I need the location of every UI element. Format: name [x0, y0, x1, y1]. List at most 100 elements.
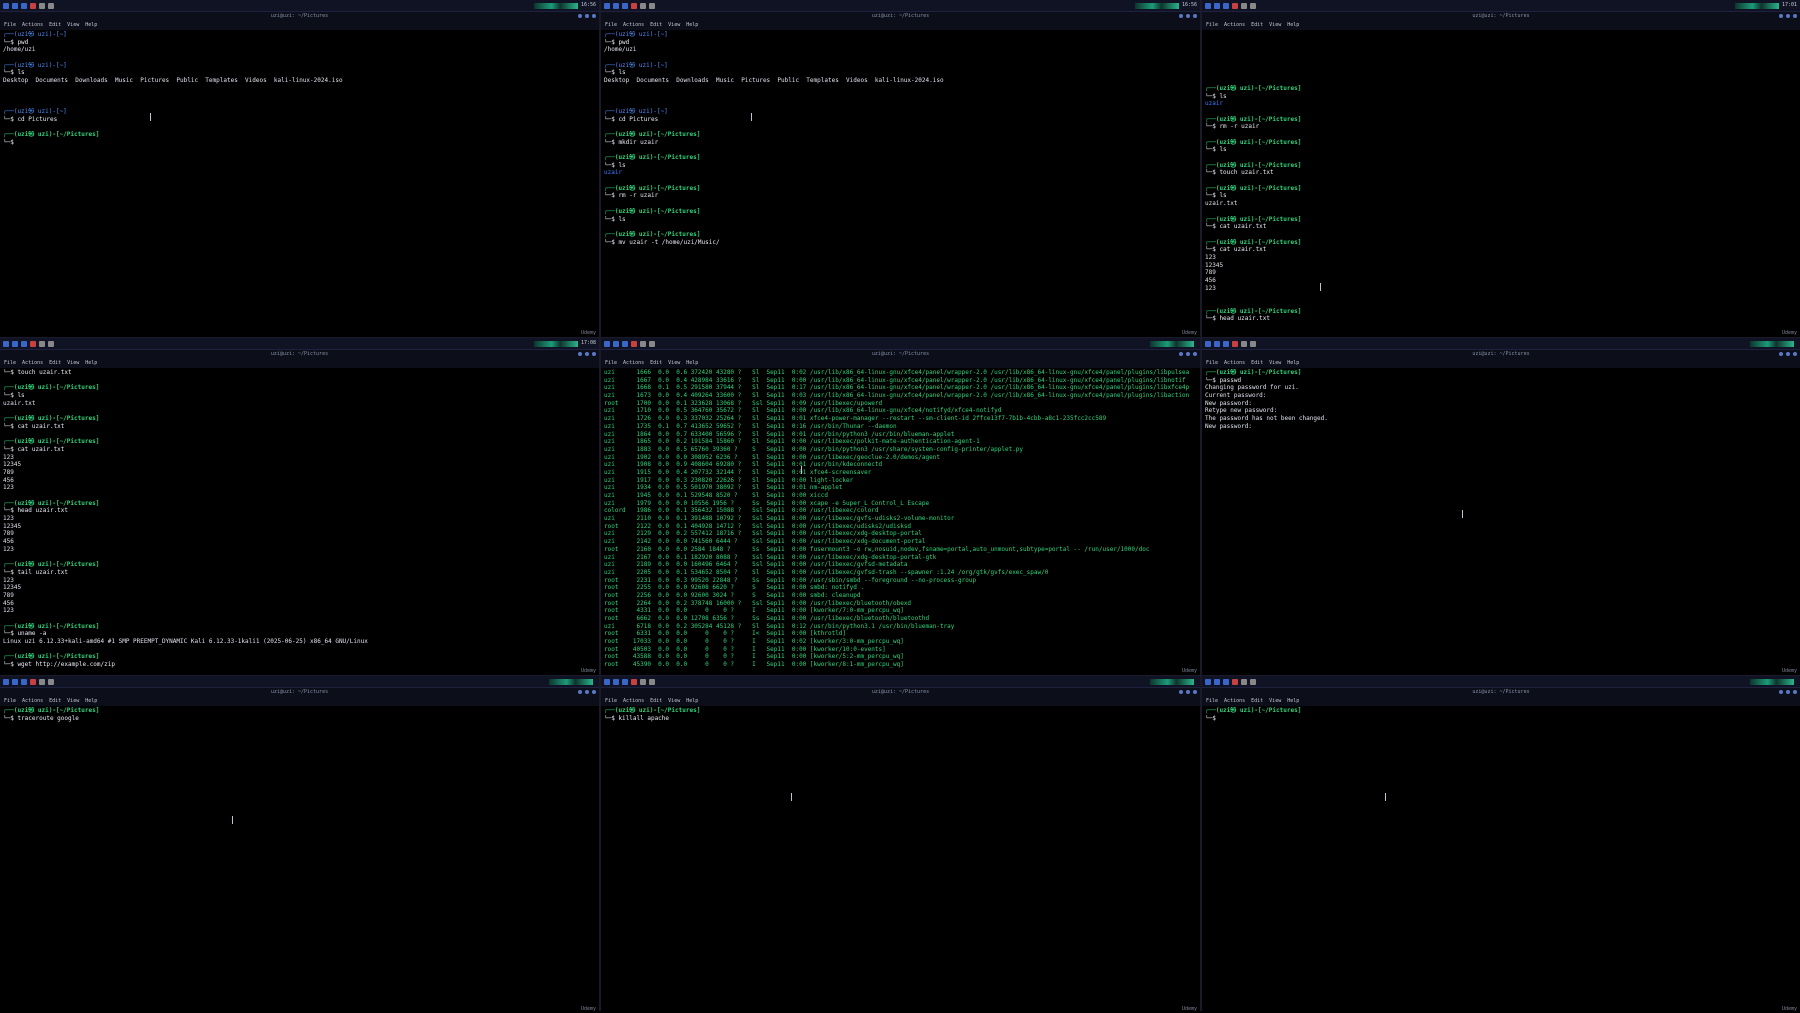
- app-icon[interactable]: [1241, 2, 1247, 9]
- maximize-button[interactable]: [1786, 14, 1790, 18]
- close-button[interactable]: [1793, 14, 1797, 18]
- window-titlebar[interactable]: uzi@uzi: ~/Pictures: [1202, 12, 1800, 21]
- app-icon[interactable]: [1250, 340, 1256, 347]
- app-icon[interactable]: [48, 2, 54, 9]
- terminal-icon[interactable]: [21, 2, 27, 9]
- terminal-window[interactable]: uzi@uzi: ~/Pictures File Actions Edit View He…: [601, 338, 1200, 675]
- clock[interactable]: 17:08: [581, 338, 596, 349]
- menu-item-view[interactable]: View: [668, 359, 680, 368]
- terminal-window[interactable]: uzi@uzi: ~/Pictures File Actions Edit View He…: [0, 676, 599, 1013]
- menu-icon[interactable]: [1205, 678, 1211, 685]
- menu-icon[interactable]: [604, 2, 610, 9]
- browser-icon[interactable]: [1232, 678, 1238, 685]
- close-button[interactable]: [1193, 690, 1197, 694]
- close-button[interactable]: [1793, 352, 1797, 356]
- maximize-button[interactable]: [585, 690, 589, 694]
- menu-item-actions[interactable]: Actions: [623, 359, 644, 368]
- window-titlebar[interactable]: uzi@uzi: ~/Pictures: [601, 688, 1200, 697]
- menu-item-edit[interactable]: Edit: [49, 359, 61, 368]
- menu-icon[interactable]: [3, 678, 9, 685]
- menu-item-edit[interactable]: Edit: [49, 21, 61, 30]
- menu-item-file[interactable]: File: [605, 359, 617, 368]
- menu-item-file[interactable]: File: [1206, 359, 1218, 368]
- browser-icon[interactable]: [631, 340, 637, 347]
- menu-icon[interactable]: [604, 340, 610, 347]
- menu-item-actions[interactable]: Actions: [22, 697, 43, 706]
- menu-item-file[interactable]: File: [4, 21, 16, 30]
- menu-item-actions[interactable]: Actions: [1224, 359, 1245, 368]
- app-icon[interactable]: [1241, 340, 1247, 347]
- files-icon[interactable]: [613, 340, 619, 347]
- files-icon[interactable]: [12, 678, 18, 685]
- minimize-button[interactable]: [578, 690, 582, 694]
- maximize-button[interactable]: [585, 14, 589, 18]
- menu-item-help[interactable]: Help: [1287, 359, 1299, 368]
- app-icon[interactable]: [640, 340, 646, 347]
- files-icon[interactable]: [1214, 678, 1220, 685]
- window-titlebar[interactable]: uzi@uzi: ~/Pictures: [601, 12, 1200, 21]
- clock[interactable]: 17:01: [1782, 0, 1797, 11]
- terminal-icon[interactable]: [1223, 340, 1229, 347]
- menu-item-actions[interactable]: Actions: [22, 359, 43, 368]
- terminal-window[interactable]: uzi@uzi: ~/Pictures File Actions Edit View He…: [1202, 676, 1800, 1013]
- terminal-output[interactable]: ┌──(uzi㉿ uzi)-[~] └─$ pwd/home/uzi ┌──(uzi…: [3, 31, 596, 327]
- terminal-icon[interactable]: [622, 678, 628, 685]
- menu-item-actions[interactable]: Actions: [22, 21, 43, 30]
- app-icon[interactable]: [640, 2, 646, 9]
- menu-item-view[interactable]: View: [668, 21, 680, 30]
- terminal-output[interactable]: ┌──(uzi㉿ uzi)-[~/Pictures] └─$ killall ap…: [604, 707, 1197, 1003]
- close-button[interactable]: [1793, 690, 1797, 694]
- terminal-output[interactable]: uzi 1666 0.0 0.6 372420 43280 ? Sl Sep11…: [604, 369, 1197, 668]
- minimize-button[interactable]: [1179, 690, 1183, 694]
- terminal-output[interactable]: ┌──(uzi㉿ uzi)-[~/Pictures] └─$ ls uzair ┌──…: [1205, 31, 1797, 327]
- terminal-icon[interactable]: [1223, 678, 1229, 685]
- minimize-button[interactable]: [1779, 14, 1783, 18]
- menu-item-help[interactable]: Help: [85, 21, 97, 30]
- terminal-window[interactable]: 16:56 uzi@uzi: ~/Pictures File Actions Edit V…: [601, 0, 1200, 337]
- app-icon[interactable]: [48, 678, 54, 685]
- clock[interactable]: 16:56: [1182, 0, 1197, 11]
- terminal-window[interactable]: 17:01 uzi@uzi: ~/Pictures File Actions Edit V…: [1202, 0, 1800, 337]
- terminal-output[interactable]: ┌──(uzi㉿ uzi)-[~/Pictures] └─$: [1205, 707, 1797, 1003]
- window-titlebar[interactable]: uzi@uzi: ~/Pictures: [0, 12, 599, 21]
- minimize-button[interactable]: [1779, 352, 1783, 356]
- minimize-button[interactable]: [1179, 14, 1183, 18]
- app-icon[interactable]: [48, 340, 54, 347]
- files-icon[interactable]: [613, 2, 619, 9]
- browser-icon[interactable]: [30, 340, 36, 347]
- menu-item-edit[interactable]: Edit: [1251, 359, 1263, 368]
- app-icon[interactable]: [649, 2, 655, 9]
- menu-item-edit[interactable]: Edit: [650, 697, 662, 706]
- app-icon[interactable]: [640, 678, 646, 685]
- menu-item-actions[interactable]: Actions: [1224, 21, 1245, 30]
- menu-item-view[interactable]: View: [67, 697, 79, 706]
- menu-item-help[interactable]: Help: [85, 697, 97, 706]
- terminal-icon[interactable]: [21, 678, 27, 685]
- terminal-icon[interactable]: [21, 340, 27, 347]
- menu-item-view[interactable]: View: [1269, 21, 1281, 30]
- menu-item-help[interactable]: Help: [85, 359, 97, 368]
- app-icon[interactable]: [39, 678, 45, 685]
- menu-item-actions[interactable]: Actions: [1224, 697, 1245, 706]
- browser-icon[interactable]: [631, 678, 637, 685]
- app-icon[interactable]: [649, 678, 655, 685]
- menu-item-view[interactable]: View: [668, 697, 680, 706]
- maximize-button[interactable]: [1186, 14, 1190, 18]
- clock[interactable]: 16:56: [581, 0, 596, 11]
- menu-item-edit[interactable]: Edit: [1251, 21, 1263, 30]
- files-icon[interactable]: [1214, 340, 1220, 347]
- minimize-button[interactable]: [1779, 690, 1783, 694]
- menu-icon[interactable]: [3, 340, 9, 347]
- app-icon[interactable]: [39, 340, 45, 347]
- menu-item-file[interactable]: File: [1206, 21, 1218, 30]
- menu-item-actions[interactable]: Actions: [623, 21, 644, 30]
- minimize-button[interactable]: [578, 14, 582, 18]
- window-titlebar[interactable]: uzi@uzi: ~/Pictures: [0, 350, 599, 359]
- terminal-icon[interactable]: [622, 340, 628, 347]
- menu-item-view[interactable]: View: [67, 21, 79, 30]
- browser-icon[interactable]: [30, 2, 36, 9]
- terminal-window[interactable]: 16:56 uzi@uzi: ~/Pictures File Actions Edit V…: [0, 0, 599, 337]
- menu-item-file[interactable]: File: [1206, 697, 1218, 706]
- menu-item-file[interactable]: File: [4, 359, 16, 368]
- window-titlebar[interactable]: uzi@uzi: ~/Pictures: [1202, 688, 1800, 697]
